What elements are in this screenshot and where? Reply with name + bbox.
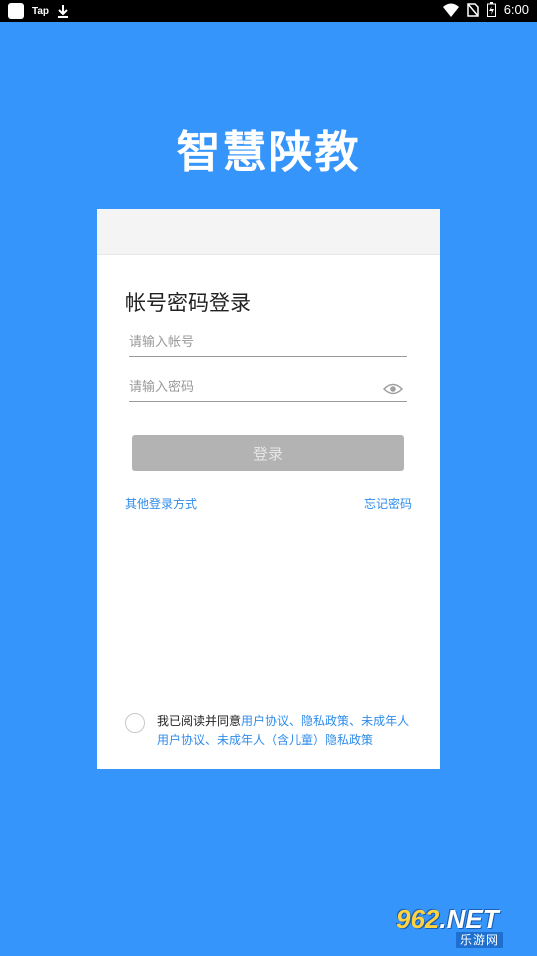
password-input[interactable] <box>129 375 369 399</box>
status-time: 6:00 <box>503 2 529 17</box>
login-button[interactable]: 登录 <box>132 435 404 471</box>
agreement-text: 我已阅读并同意用户协议、隐私政策、未成年人用户协议、未成年人（含儿童）隐私政策 <box>157 712 417 750</box>
password-field <box>129 375 407 402</box>
account-field <box>129 330 407 357</box>
agreement-prefix: 我已阅读并同意 <box>157 714 242 728</box>
show-password-eye-icon[interactable] <box>382 380 404 399</box>
status-bar: Tap 6:00 <box>0 0 537 22</box>
card-header <box>97 209 440 255</box>
separator: 、 <box>349 714 362 728</box>
no-sim-icon <box>466 2 479 17</box>
site-watermark: 962.NET 乐游网 <box>396 906 529 950</box>
privacy-policy-link[interactable]: 隐私政策 <box>301 714 349 728</box>
login-heading: 帐号密码登录 <box>125 291 251 315</box>
wifi-icon <box>442 3 459 17</box>
watermark-sub: 乐游网 <box>456 932 504 948</box>
status-bar-left: Tap <box>8 3 69 19</box>
watermark-digits: 962 <box>396 904 440 934</box>
status-bar-right: 6:00 <box>442 2 529 17</box>
watermark-logo: 962.NET <box>396 906 499 932</box>
download-icon <box>58 5 69 18</box>
login-card: 帐号密码登录 登录 其他登录方式 忘记密码 我已阅读并同意用户协议、隐私政策、未… <box>97 209 440 769</box>
other-login-methods-link[interactable]: 其他登录方式 <box>125 495 197 512</box>
forgot-password-link[interactable]: 忘记密码 <box>364 495 412 512</box>
separator: 、 <box>289 714 302 728</box>
app-square-icon <box>8 3 24 19</box>
app-title: 智慧陕教 <box>176 127 361 178</box>
watermark-suffix: .NET <box>439 904 499 934</box>
agreement-radio[interactable] <box>125 713 145 733</box>
separator: 、 <box>205 733 218 747</box>
minor-privacy-policy-link[interactable]: 未成年人（含儿童）隐私政策 <box>217 733 373 747</box>
user-agreement-link[interactable]: 用户协议 <box>241 714 289 728</box>
battery-icon <box>486 2 496 17</box>
status-app-label: Tap <box>32 5 50 17</box>
account-input[interactable] <box>129 330 369 354</box>
